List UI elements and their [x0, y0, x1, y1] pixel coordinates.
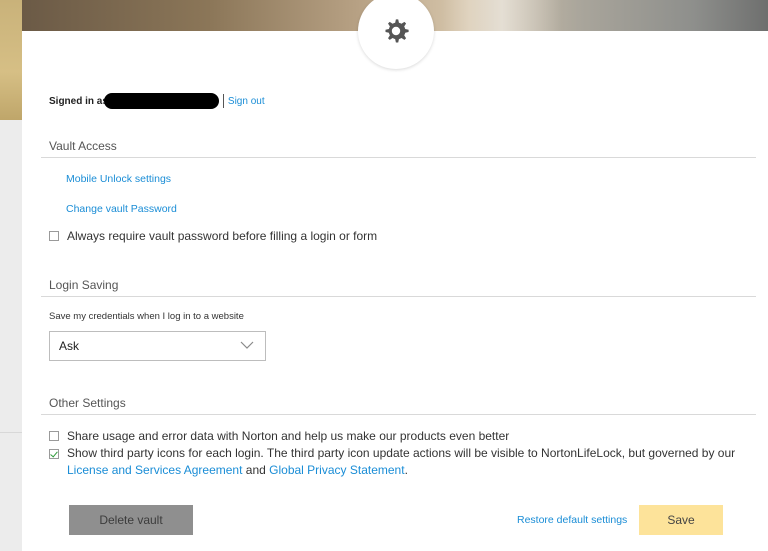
always-require-password-label: Always require vault password before fil…: [67, 229, 378, 243]
license-agreement-link[interactable]: License and Services Agreement: [67, 463, 242, 477]
select-value: Ask: [59, 339, 80, 353]
section-divider: [41, 296, 756, 297]
save-button[interactable]: Save: [639, 505, 723, 535]
save-credentials-select[interactable]: Ask: [49, 331, 266, 361]
period-text: .: [404, 463, 408, 477]
privacy-statement-link[interactable]: Global Privacy Statement: [269, 463, 404, 477]
mobile-unlock-settings-link[interactable]: Mobile Unlock settings: [66, 173, 171, 185]
vault-access-heading: Vault Access: [49, 139, 117, 153]
sign-out-link[interactable]: Sign out: [228, 96, 265, 107]
restore-default-settings-link[interactable]: Restore default settings: [517, 514, 627, 526]
always-require-password-checkbox[interactable]: [49, 231, 59, 241]
share-usage-label: Share usage and error data with Norton a…: [67, 429, 510, 443]
gear-icon: [385, 19, 409, 43]
delete-vault-button[interactable]: Delete vault: [69, 505, 193, 535]
share-usage-checkbox[interactable]: [49, 431, 59, 441]
third-party-icons-option[interactable]: Show third party icons for each login. T…: [49, 445, 749, 479]
and-text: and: [245, 463, 266, 477]
share-usage-option[interactable]: Share usage and error data with Norton a…: [49, 429, 509, 443]
third-party-text: Show third party icons for each login. T…: [67, 446, 736, 460]
banner-glare: [442, 0, 562, 31]
section-divider: [41, 414, 756, 415]
redacted-account-email: [103, 93, 219, 109]
login-saving-heading: Login Saving: [49, 278, 119, 292]
signed-in-label: Signed in as: [49, 95, 108, 107]
third-party-icons-label: Show third party icons for each login. T…: [67, 445, 749, 479]
other-settings-heading: Other Settings: [49, 396, 126, 410]
section-divider: [41, 157, 756, 158]
background-panel: [0, 0, 22, 551]
always-require-password-option[interactable]: Always require vault password before fil…: [49, 229, 377, 243]
change-vault-password-link[interactable]: Change vault Password: [66, 203, 177, 215]
save-credentials-label: Save my credentials when I log in to a w…: [49, 311, 244, 322]
third-party-icons-checkbox[interactable]: [49, 449, 59, 459]
account-row: Signed in as Sign out: [49, 93, 265, 109]
chevron-down-icon: [240, 341, 254, 349]
background-divider: [0, 432, 22, 433]
divider: [222, 94, 224, 108]
background-image-strip: [0, 0, 22, 120]
